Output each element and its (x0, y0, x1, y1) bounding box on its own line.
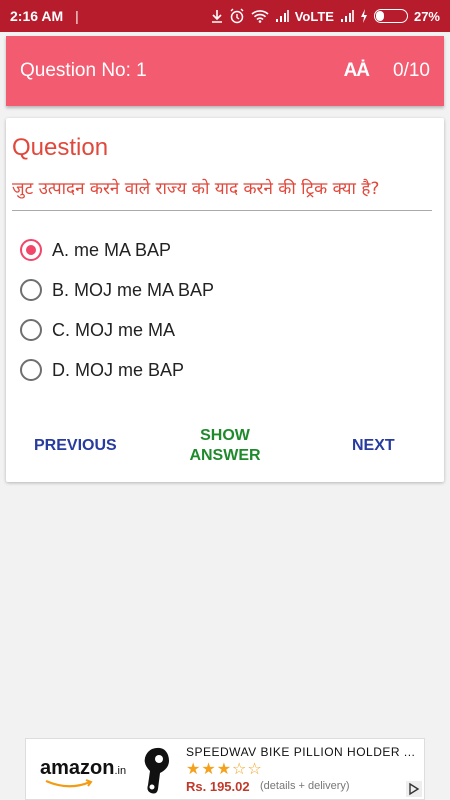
question-heading: Question (12, 134, 109, 161)
option-label: C. MOJ me MA (52, 319, 176, 340)
question-text: जुट उत्पादन करने वाले राज्य को याद करने … (12, 179, 380, 199)
wifi-icon (251, 9, 269, 23)
divider (12, 210, 432, 211)
option-c[interactable]: C. MOJ me MA (20, 310, 214, 350)
question-header: Question No: 1 AȦ 0/10 (6, 36, 444, 106)
font-size-button[interactable]: AȦ (344, 60, 370, 82)
option-d[interactable]: D. MOJ me BAP (20, 350, 214, 390)
charging-icon (360, 9, 368, 23)
battery-level (375, 11, 384, 21)
radio-button[interactable] (20, 279, 42, 301)
show-answer-label-line1: SHOW (200, 427, 250, 444)
amazon-logo: amazon.in (40, 757, 126, 780)
product-image (144, 747, 169, 794)
answer-options: A. me MA BAP B. MOJ me MA BAP C. MOJ me … (20, 230, 214, 390)
question-progress: 0/10 (393, 60, 430, 81)
option-b[interactable]: B. MOJ me MA BAP (20, 270, 214, 310)
option-a[interactable]: A. me MA BAP (20, 230, 214, 270)
option-label: A. me MA BAP (52, 239, 172, 260)
next-button[interactable]: NEXT (352, 436, 395, 456)
ad-banner[interactable]: amazon.in SPEEDWAV BIKE PILLION HOLDER .… (25, 738, 425, 800)
previous-button[interactable]: PREVIOUS (34, 436, 117, 456)
question-card: Question जुट उत्पादन करने वाले राज्य को … (6, 118, 444, 482)
option-label: B. MOJ me MA BAP (52, 279, 215, 300)
amazon-logo-suffix: .in (114, 765, 127, 777)
amazon-smile-icon (45, 779, 93, 788)
radio-button[interactable] (20, 239, 42, 261)
show-answer-label-line2: ANSWER (189, 447, 261, 464)
status-bar: 2:16 AM | VoLTE 27% (0, 0, 450, 32)
radio-button[interactable] (20, 359, 42, 381)
battery-icon (373, 9, 408, 23)
download-icon (211, 9, 223, 23)
ad-product-title: SPEEDWAV BIKE PILLION HOLDER ... (186, 745, 416, 759)
ad-details-link[interactable]: (details + delivery) (260, 780, 350, 792)
battery-percent: 27% (413, 8, 440, 24)
status-indicators: VoLTE 27% (211, 8, 440, 24)
show-answer-button[interactable]: SHOW ANSWER (178, 426, 272, 466)
signal-icon (275, 9, 289, 23)
option-label: D. MOJ me BAP (52, 359, 185, 380)
star-rating: ★★★☆☆ (186, 761, 263, 778)
ad-price: Rs. 195.02 (186, 779, 250, 794)
status-time: 2:16 AM (10, 8, 64, 24)
network-label: VoLTE (294, 8, 334, 24)
radio-button[interactable] (20, 319, 42, 341)
alarm-icon (229, 8, 245, 24)
amazon-logo-text: amazon (40, 757, 115, 779)
status-separator: | (75, 8, 79, 24)
signal-icon (340, 9, 354, 23)
ad-choices-icon[interactable] (406, 781, 422, 797)
question-number: Question No: 1 (20, 60, 147, 81)
